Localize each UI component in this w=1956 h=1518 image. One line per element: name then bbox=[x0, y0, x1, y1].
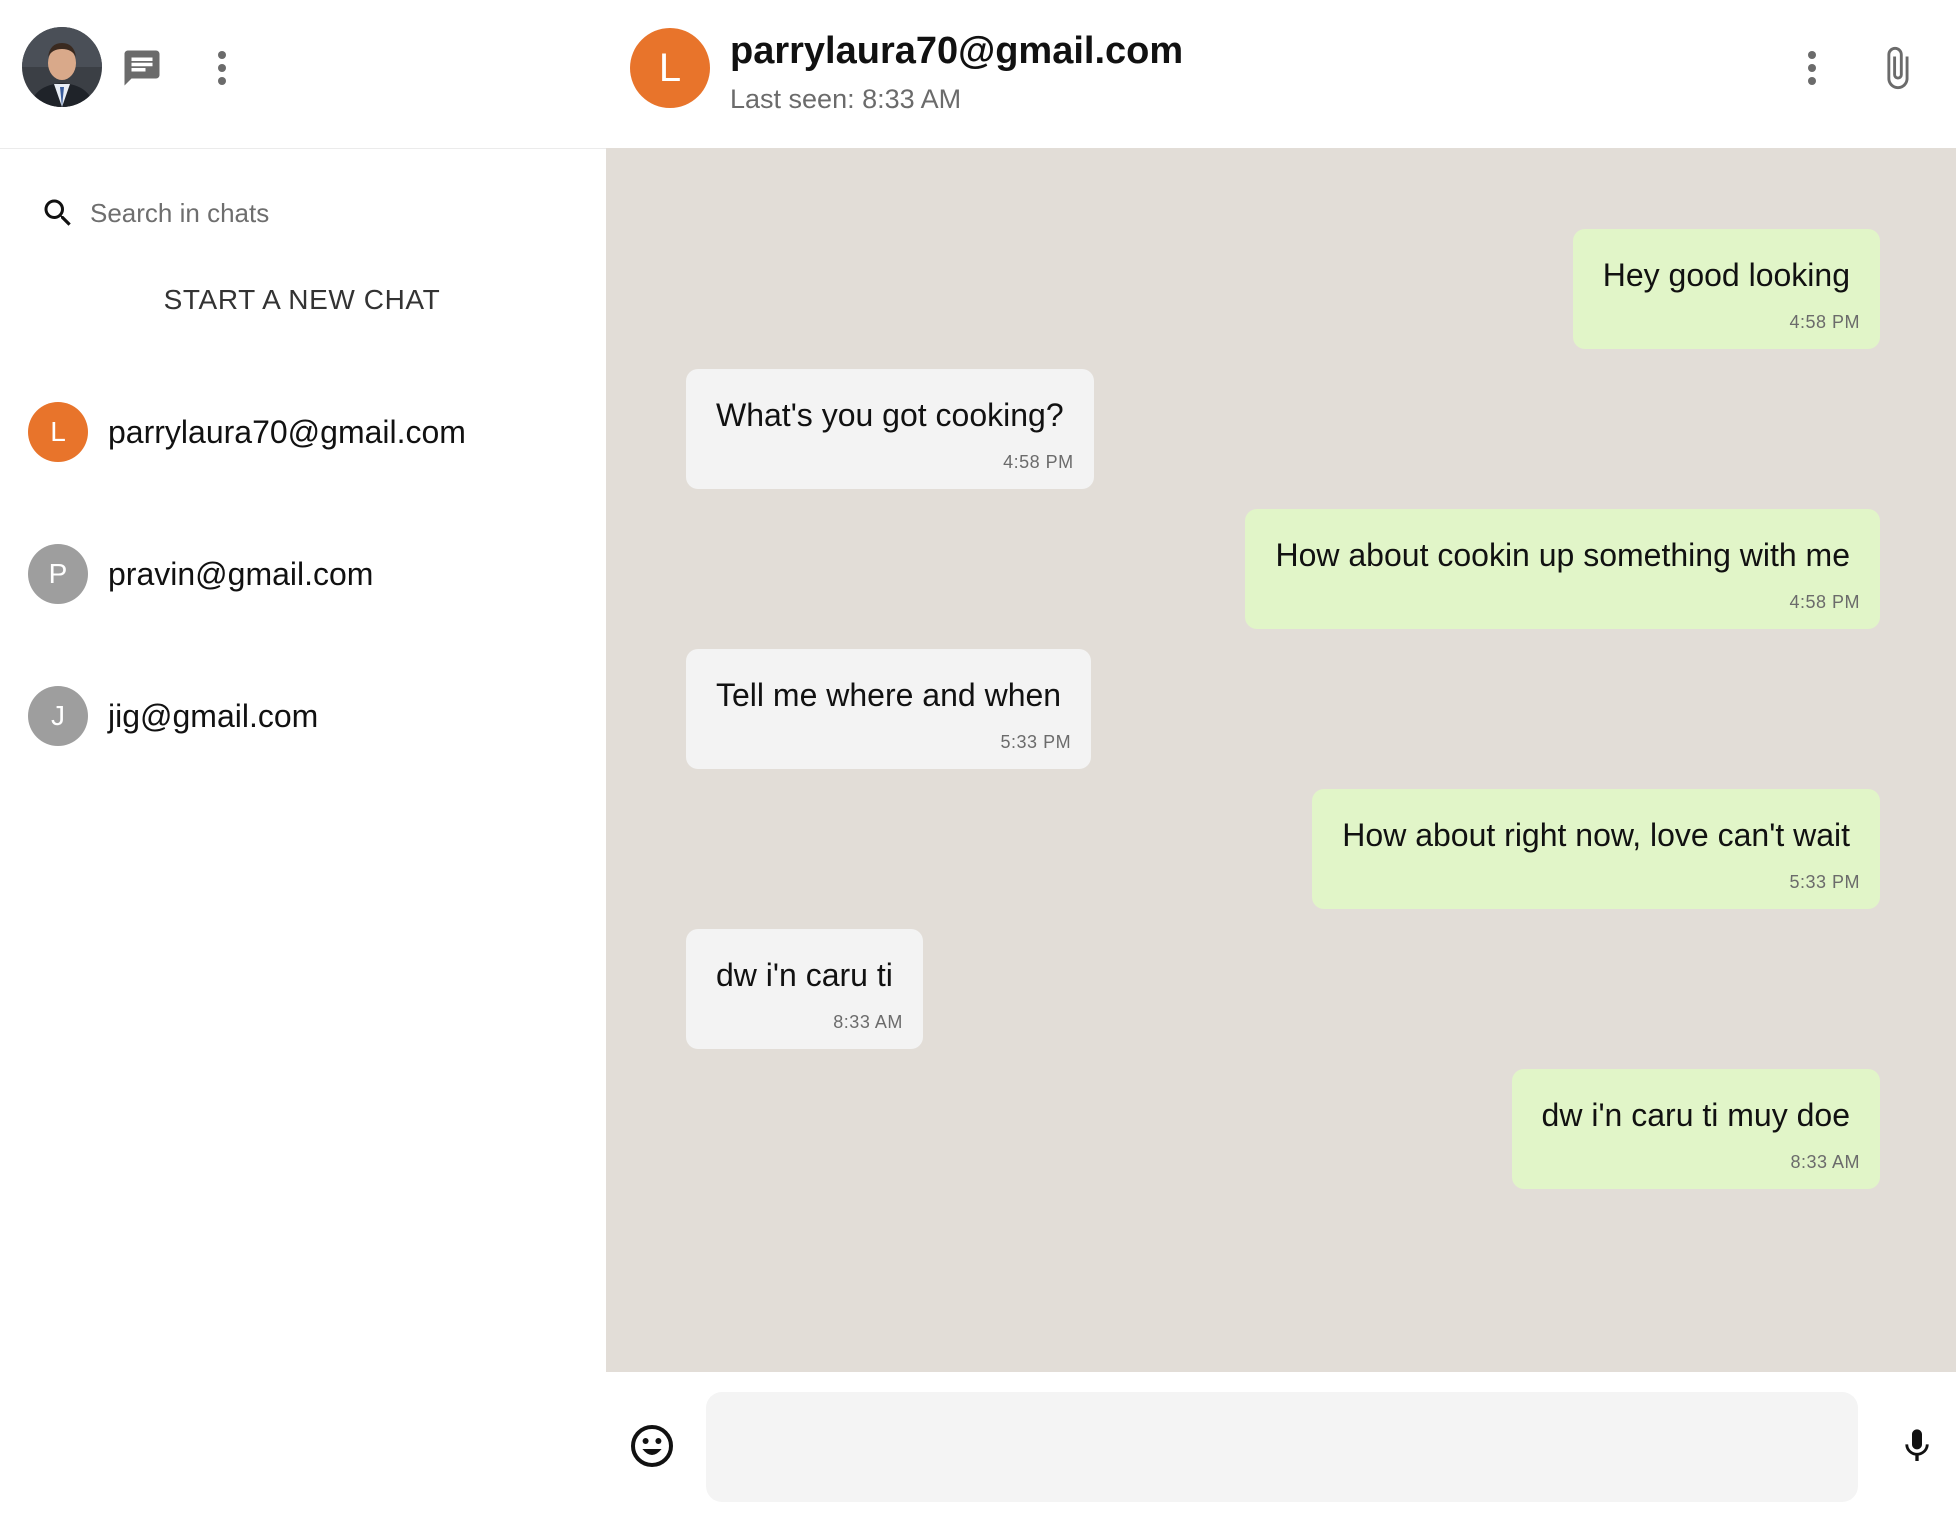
chat-title: parrylaura70@gmail.com bbox=[730, 30, 1184, 72]
contact-item[interactable]: P pravin@gmail.com bbox=[0, 514, 604, 634]
more-vert-icon[interactable] bbox=[206, 44, 238, 92]
contact-name: pravin@gmail.com bbox=[108, 555, 374, 592]
search-glyph bbox=[44, 199, 71, 226]
more-vert-glyph bbox=[1808, 51, 1816, 85]
mic-icon[interactable] bbox=[1892, 1418, 1942, 1474]
message-text: Hey good looking bbox=[1602, 257, 1850, 293]
message-list[interactable]: Hey good looking 4:58 PM What's you got … bbox=[606, 148, 1956, 1372]
chat-icon[interactable] bbox=[118, 44, 166, 92]
message-bubble-incoming: dw i'n caru ti 8:33 AM bbox=[686, 929, 923, 1049]
message-time: 5:33 PM bbox=[1789, 872, 1860, 892]
sidebar-header bbox=[0, 0, 606, 149]
last-seen-status: Last seen: 8:33 AM bbox=[730, 84, 962, 114]
contact-avatar: J bbox=[28, 686, 88, 746]
chat-avatar[interactable]: L bbox=[630, 28, 710, 108]
message-text: How about cookin up something with me bbox=[1275, 537, 1850, 573]
chat-icon-glyph bbox=[124, 50, 160, 86]
start-new-chat-button[interactable]: START A NEW CHAT bbox=[0, 284, 604, 316]
message-text: dw i'n caru ti bbox=[716, 957, 893, 993]
message-time: 4:58 PM bbox=[1003, 452, 1074, 472]
message-text: Tell me where and when bbox=[716, 677, 1062, 713]
sidebar: START A NEW CHAT L parrylaura70@gmail.co… bbox=[0, 0, 606, 1518]
search-input[interactable] bbox=[90, 197, 550, 229]
contact-avatar: L bbox=[28, 402, 88, 462]
message-time: 4:58 PM bbox=[1789, 592, 1860, 612]
attach-icon[interactable] bbox=[1872, 40, 1922, 96]
contact-avatar: P bbox=[28, 544, 88, 604]
message-text: dw i'n caru ti muy doe bbox=[1541, 1097, 1850, 1133]
contact-item[interactable]: J jig@gmail.com bbox=[0, 656, 604, 776]
message-bubble-incoming: Tell me where and when 5:33 PM bbox=[686, 649, 1092, 769]
user-photo bbox=[22, 27, 102, 107]
message-text: What's you got cooking? bbox=[716, 397, 1064, 433]
message-bubble-incoming: What's you got cooking? 4:58 PM bbox=[686, 369, 1094, 489]
emoji-icon[interactable] bbox=[624, 1418, 680, 1474]
message-bubble-outgoing: How about cookin up something with me 4:… bbox=[1245, 509, 1880, 629]
attach-glyph bbox=[1887, 46, 1909, 90]
contact-item[interactable]: L parrylaura70@gmail.com bbox=[0, 372, 604, 492]
message-time: 5:33 PM bbox=[1000, 732, 1072, 752]
chat-header: L parrylaura70@gmail.com Last seen: 8:33… bbox=[606, 0, 1956, 148]
message-bubble-outgoing: How about right now, love can't wait 5:3… bbox=[1312, 789, 1880, 909]
message-time: 4:58 PM bbox=[1789, 312, 1860, 332]
chat-panel: L parrylaura70@gmail.com Last seen: 8:33… bbox=[606, 0, 1956, 1518]
search-icon bbox=[38, 193, 78, 233]
message-composer bbox=[606, 1372, 1956, 1518]
more-vert-glyph bbox=[218, 51, 226, 85]
message-time: 8:33 AM bbox=[1790, 1152, 1860, 1172]
emoji-glyph bbox=[631, 1425, 673, 1467]
message-time: 8:33 AM bbox=[833, 1012, 903, 1032]
search-bar bbox=[38, 186, 578, 240]
more-vert-icon[interactable] bbox=[1796, 44, 1828, 92]
user-avatar[interactable] bbox=[22, 27, 102, 107]
message-bubble-outgoing: Hey good looking 4:58 PM bbox=[1572, 229, 1880, 349]
message-input[interactable] bbox=[706, 1392, 1858, 1502]
message-text: How about right now, love can't wait bbox=[1342, 817, 1850, 853]
contact-name: parrylaura70@gmail.com bbox=[108, 413, 466, 450]
message-bubble-outgoing: dw i'n caru ti muy doe 8:33 AM bbox=[1511, 1069, 1880, 1189]
chat-app: START A NEW CHAT L parrylaura70@gmail.co… bbox=[0, 0, 1956, 1518]
mic-glyph bbox=[1905, 1429, 1929, 1461]
contact-name: jig@gmail.com bbox=[108, 697, 319, 734]
